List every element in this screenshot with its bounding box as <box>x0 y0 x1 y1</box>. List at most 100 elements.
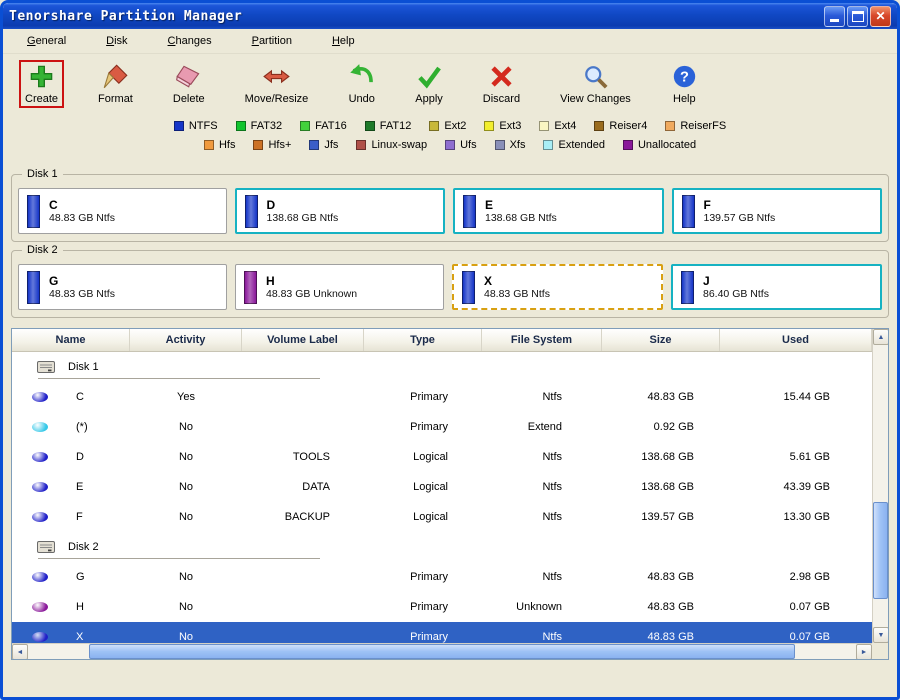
legend-swatch <box>445 140 456 150</box>
partition-dot-icon <box>32 422 48 432</box>
partition-box-x[interactable]: X 48.83 GB Ntfs <box>452 264 663 310</box>
partition-color-bar <box>681 194 695 228</box>
scroll-down-button[interactable]: ▼ <box>873 627 888 643</box>
cell-volume-label: DATA <box>302 481 330 493</box>
table-row[interactable]: X No Primary Ntfs 48.83 GB 0.07 GB <box>12 622 872 643</box>
legend-item-jfs: Jfs <box>309 139 338 151</box>
table-body: Disk 1 C Yes Primary Ntfs 48.83 GB 15.44 GB (*)… <box>12 352 872 643</box>
table-row[interactable]: G No Primary Ntfs 48.83 GB 2.98 GB <box>12 562 872 592</box>
vertical-scroll-thumb[interactable] <box>873 501 888 600</box>
menu-item-help[interactable]: Help <box>318 30 381 52</box>
partition-text: D 138.68 GB Ntfs <box>267 198 339 225</box>
column-header-file-system[interactable]: File System <box>482 329 602 351</box>
legend-label: Ufs <box>460 139 477 151</box>
column-header-type[interactable]: Type <box>364 329 482 351</box>
legend-swatch <box>543 140 554 150</box>
cell-activity: No <box>178 481 194 493</box>
partition-box-c[interactable]: C 48.83 GB Ntfs <box>18 188 227 234</box>
menu-item-partition[interactable]: Partition <box>238 30 318 52</box>
legend-swatch <box>429 121 440 131</box>
maximize-button[interactable] <box>847 5 868 27</box>
cell-used: 5.61 GB <box>789 451 830 463</box>
table-row[interactable]: D No TOOLS Logical Ntfs 138.68 GB 5.61 GB <box>12 442 872 472</box>
legend-swatch <box>235 121 246 131</box>
table-row[interactable]: E No DATA Logical Ntfs 138.68 GB 43.39 GB <box>12 472 872 502</box>
cell-name: X <box>12 631 130 643</box>
partition-info: 86.40 GB Ntfs <box>703 287 769 300</box>
partition-letter: J <box>703 273 710 288</box>
disk-group-row[interactable]: Disk 2 <box>12 532 872 562</box>
legend-row-2: Hfs Hfs+ Jfs Linux-swap Ufs Xfs Extended Unallo… <box>203 139 696 151</box>
legend-item-ext2: Ext2 <box>429 120 466 132</box>
disk-map-area: Disk 1 C 48.83 GB Ntfs D 138.68 GB Ntfs E 138.… <box>3 168 897 326</box>
create-icon <box>28 63 55 90</box>
partition-box-e[interactable]: E 138.68 GB Ntfs <box>453 188 664 234</box>
partition-dot-icon <box>32 482 48 492</box>
legend-swatch <box>203 140 214 150</box>
table-row[interactable]: (*) No Primary Extend 0.92 GB <box>12 412 872 442</box>
partition-dot-icon <box>32 512 48 522</box>
table-row[interactable]: F No BACKUP Logical Ntfs 139.57 GB 13.30 GB <box>12 502 872 532</box>
scroll-right-button[interactable]: ► <box>856 644 872 659</box>
svg-text:?: ? <box>680 70 689 86</box>
close-button[interactable]: ✕ <box>870 5 891 27</box>
partition-box-h[interactable]: H 48.83 GB Unknown <box>235 264 444 310</box>
partition-color-bar <box>681 270 694 304</box>
column-header-used[interactable]: Used <box>720 329 872 351</box>
partition-letter: H <box>266 273 275 288</box>
legend-label: Ext2 <box>444 120 467 132</box>
vertical-scrollbar[interactable]: ▲ ▼ <box>872 329 888 643</box>
toolbar-help-button[interactable]: ? Help <box>665 60 704 108</box>
partition-dot-icon <box>32 572 48 582</box>
column-header-name[interactable]: Name <box>12 329 130 351</box>
minimize-button[interactable] <box>824 5 845 27</box>
toolbar-label: Apply <box>415 93 443 105</box>
disk-group-disk-1: Disk 1 C 48.83 GB Ntfs D 138.68 GB Ntfs E 138.… <box>11 168 889 242</box>
menu-item-disk[interactable]: Disk <box>92 30 153 52</box>
legend-label: FAT16 <box>315 120 347 132</box>
column-header-activity[interactable]: Activity <box>130 329 242 351</box>
table-row[interactable]: C Yes Primary Ntfs 48.83 GB 15.44 GB <box>12 382 872 412</box>
horizontal-scrollbar[interactable]: ◄ ► <box>12 643 872 659</box>
table-row[interactable]: H No Primary Unknown 48.83 GB 0.07 GB <box>12 592 872 622</box>
discard-icon <box>488 63 515 90</box>
scroll-left-button[interactable]: ◄ <box>12 644 28 659</box>
column-header-volume-label[interactable]: Volume Label <box>242 329 364 351</box>
cell-volume-label: BACKUP <box>284 511 330 523</box>
cell-type: Logical <box>413 481 448 493</box>
disk-group-row[interactable]: Disk 1 <box>12 352 872 382</box>
cell-name: C <box>12 391 130 403</box>
filesystem-legend: NTFS FAT32 FAT16 FAT12 Ext2 Ext3 Ext4 Reiser4 Re… <box>3 118 897 170</box>
horizontal-scroll-thumb[interactable] <box>89 644 795 659</box>
menu-item-changes[interactable]: Changes <box>154 30 238 52</box>
cell-used: 43.39 GB <box>783 481 830 493</box>
toolbar-undo-button[interactable]: Undo <box>342 60 381 108</box>
menu-item-general[interactable]: General <box>13 30 92 52</box>
toolbar-format-button[interactable]: Format <box>92 60 139 108</box>
legend-item-ufs: Ufs <box>445 139 477 151</box>
legend-label: NTFS <box>188 120 218 132</box>
partition-box-g[interactable]: G 48.83 GB Ntfs <box>18 264 227 310</box>
toolbar-move-resize-button[interactable]: Move/Resize <box>239 60 315 108</box>
toolbar-delete-button[interactable]: Delete <box>167 60 211 108</box>
legend-item-ext3: Ext3 <box>484 120 521 132</box>
toolbar-apply-button[interactable]: Apply <box>409 60 449 108</box>
partition-letter: F <box>703 197 711 212</box>
partition-name: G <box>76 571 85 583</box>
partition-box-f[interactable]: F 139.57 GB Ntfs <box>671 188 882 234</box>
partition-box-j[interactable]: J 86.40 GB Ntfs <box>671 264 882 310</box>
cell-activity: No <box>178 421 194 433</box>
toolbar-create-button[interactable]: Create <box>19 60 65 108</box>
column-header-size[interactable]: Size <box>602 329 720 351</box>
toolbar-discard-button[interactable]: Discard <box>477 60 526 108</box>
cell-type: Primary <box>410 571 448 583</box>
partition-box-d[interactable]: D 138.68 GB Ntfs <box>234 188 445 234</box>
toolbar-view-changes-button[interactable]: View Changes <box>554 60 637 108</box>
partition-info: 138.68 GB Ntfs <box>266 211 339 224</box>
cell-activity: No <box>178 601 194 613</box>
cell-type: Logical <box>413 451 448 463</box>
partition-row: C 48.83 GB Ntfs D 138.68 GB Ntfs E 138.68 GB … <box>18 188 882 234</box>
scroll-up-button[interactable]: ▲ <box>873 329 888 345</box>
legend-row-1: NTFS FAT32 FAT16 FAT12 Ext2 Ext3 Ext4 Reiser4 Re… <box>173 120 726 132</box>
window-controls: ✕ <box>824 5 891 27</box>
